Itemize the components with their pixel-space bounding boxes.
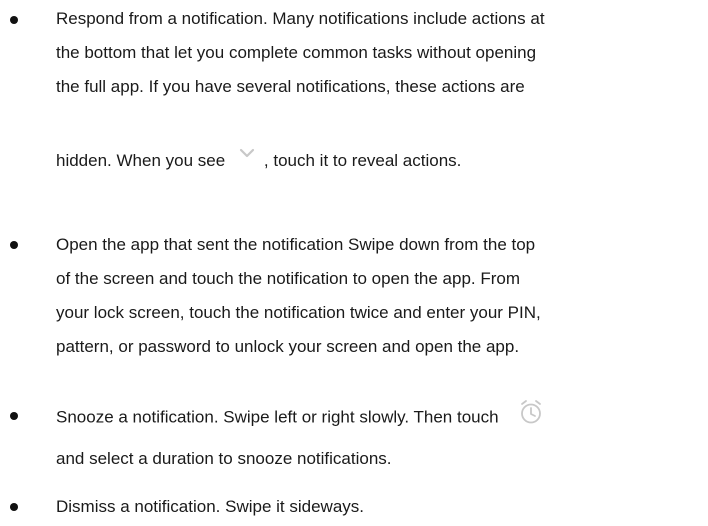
list-item-text: Dismiss a notification. Swipe it sideway… — [56, 490, 702, 524]
list-item-text: Open the app that sent the notification … — [56, 228, 702, 364]
text-line: of the screen and touch the notification… — [56, 269, 521, 288]
text-line: pattern, or password to unlock your scre… — [56, 337, 520, 356]
text-line: Respond from a notification. Many notifi… — [56, 9, 545, 28]
list-item-text: Snooze a notification. Swipe left or rig… — [56, 398, 702, 438]
text-segment: hidden. When you see — [56, 151, 226, 170]
list-item-text: Respond from a notification. Many notifi… — [56, 2, 702, 104]
text-line: your lock screen, touch the notification… — [56, 303, 541, 322]
text-line: the bottom that let you complete common … — [56, 43, 537, 62]
text-line: Dismiss a notification. Swipe it sideway… — [56, 497, 365, 516]
list-item-text-tail: hidden. When you see , touch it to revea… — [56, 144, 702, 179]
chevron-down-icon — [230, 145, 264, 179]
text-line: the full app. If you have several notifi… — [56, 77, 525, 96]
alarm-clock-icon — [517, 398, 545, 438]
bullet-icon — [10, 241, 18, 249]
bullet-icon — [10, 412, 18, 420]
bullet-icon — [10, 503, 18, 511]
bullet-icon — [10, 16, 18, 24]
text-segment: , touch it to reveal actions. — [263, 151, 462, 170]
instruction-list: Respond from a notification. Many notifi… — [0, 0, 708, 526]
text-line: Snooze a notification. Swipe left or rig… — [56, 398, 702, 438]
list-item-text-tail: and select a duration to snooze notifica… — [56, 449, 392, 468]
text-segment: Snooze a notification. Swipe left or rig… — [56, 407, 499, 427]
text-line: Open the app that sent the notification … — [56, 235, 536, 254]
